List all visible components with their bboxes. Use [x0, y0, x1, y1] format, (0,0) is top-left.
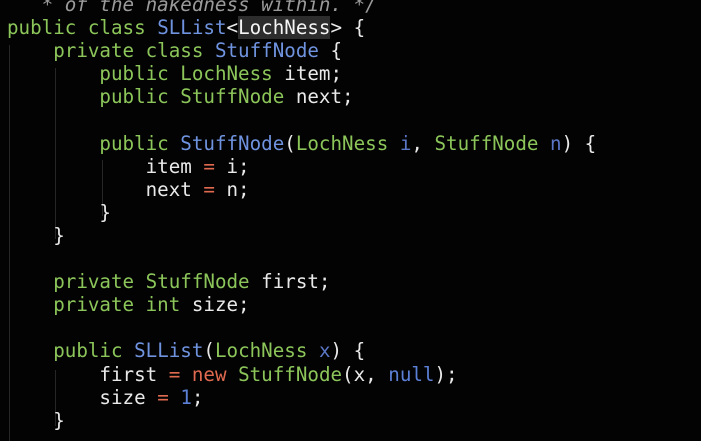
code-token: x [318, 339, 331, 363]
code-line: public StuffNode(LochNess i, StuffNode n… [7, 132, 596, 155]
code-token: } [7, 408, 65, 432]
code-line: } [7, 409, 596, 432]
code-token: private int [53, 293, 181, 317]
code-token: = [157, 385, 169, 409]
code-token: public [53, 339, 135, 363]
code-token: StuffNode [180, 131, 285, 155]
code-token: null [388, 362, 435, 386]
code-line: next = n; [7, 178, 596, 201]
code-token: LochNess [214, 339, 308, 363]
code-token: first [7, 362, 169, 386]
code-line: } [7, 224, 596, 247]
code-token: public class [7, 16, 158, 40]
code-token: StuffNode [214, 39, 319, 63]
code-token: LochNess [180, 62, 273, 86]
code-token: = [203, 177, 215, 201]
code-line: public StuffNode next; [7, 85, 596, 108]
code-token: private [53, 270, 146, 294]
code-token: StuffNode [434, 131, 539, 155]
code-token: next; [284, 85, 354, 109]
code-token: StuffNode [238, 362, 343, 386]
code-token: < [226, 16, 239, 40]
code-token: item [7, 154, 204, 178]
code-token: i; [214, 154, 250, 178]
code-line: first = new StuffNode(x, null); [7, 363, 596, 386]
code-token: SLList [157, 16, 227, 40]
code-token: { [318, 39, 343, 63]
code-token: item; [272, 62, 343, 86]
code-line: private int size; [7, 293, 596, 316]
code-token: n; [214, 177, 250, 201]
code-token: LochNess [295, 131, 389, 155]
code-token: , [411, 131, 435, 155]
code-token: ) { [561, 131, 597, 155]
code-line: } [7, 201, 596, 224]
code-token: private class [53, 39, 215, 63]
code-token: ; [191, 385, 204, 409]
code-line: private class StuffNode { [7, 39, 596, 62]
code-line: public SLList(LochNess x) { [7, 339, 596, 362]
code-token: n [550, 131, 562, 155]
code-token: public [99, 85, 181, 109]
code-token: ); [434, 362, 458, 386]
code-line: private StuffNode first; [7, 270, 596, 293]
code-token: ( [203, 339, 215, 363]
code-token: public [99, 62, 181, 86]
code-token: public [99, 131, 181, 155]
code-token: ( [284, 131, 296, 155]
code-token: ) { [330, 339, 366, 363]
code-token: * of the nakedness within. */ [7, 0, 377, 16]
code-line: public LochNess item; [7, 62, 596, 85]
code-token: = [168, 362, 181, 386]
code-token: > { [330, 16, 366, 40]
code-token: } [7, 200, 111, 224]
code-token: LochNess [238, 16, 331, 40]
code-token: SLList [134, 339, 204, 363]
code-line: size = 1; [7, 386, 596, 409]
code-token: next [7, 177, 204, 201]
code-token: first; [249, 270, 331, 294]
code-token: = [203, 154, 215, 178]
code-line: public class SLList<LochNess> { [7, 16, 596, 40]
code-line: * of the nakedness within. */ [7, 0, 596, 16]
code-token: 1 [180, 385, 192, 409]
code-token: } [7, 223, 65, 247]
code-area[interactable]: * of the nakedness within. */public clas… [7, 0, 596, 432]
code-token: StuffNode [145, 270, 250, 294]
code-token: size [7, 385, 158, 409]
code-token: StuffNode [180, 85, 285, 109]
code-token: new [191, 362, 227, 386]
code-token: i [399, 131, 412, 155]
code-line: item = i; [7, 155, 596, 178]
code-token: (x, [342, 362, 389, 386]
code-editor[interactable]: * of the nakedness within. */public clas… [0, 0, 701, 441]
code-token: size; [180, 293, 250, 317]
